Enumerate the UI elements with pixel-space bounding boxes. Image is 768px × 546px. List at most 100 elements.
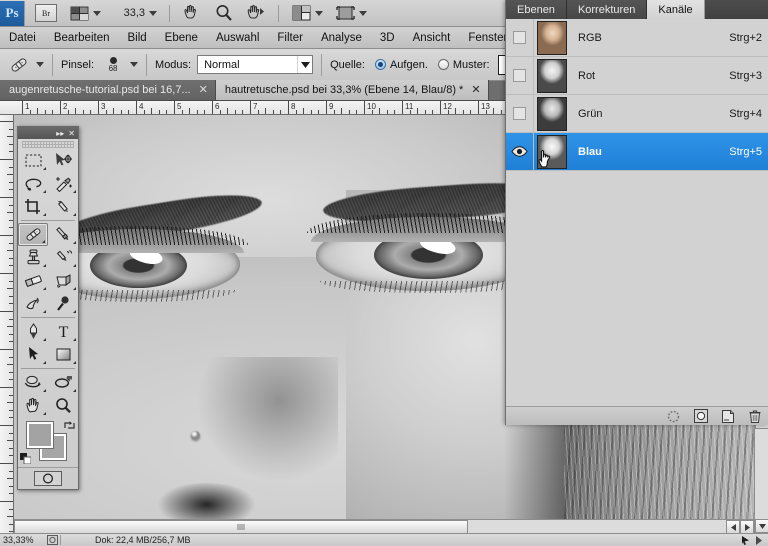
tab-ebenen[interactable]: Ebenen [506, 0, 567, 19]
menu-bild[interactable]: Bild [118, 27, 155, 49]
healing-brush-icon[interactable] [6, 53, 32, 77]
channel-visibility-toggle[interactable] [506, 94, 534, 133]
type-tool[interactable]: T [48, 320, 78, 343]
status-expand-arrow[interactable] [742, 535, 762, 545]
horizontal-scroll-thumb[interactable] [14, 520, 468, 534]
rotate-view-tool-button[interactable] [234, 0, 266, 27]
ruler-minor-tick [67, 110, 69, 114]
channel-name: Rot [578, 69, 596, 82]
menu-3d[interactable]: 3D [371, 27, 404, 49]
document-thumbnail-icon[interactable] [44, 535, 60, 545]
3d-rotate-tool[interactable] [18, 371, 48, 394]
ruler-minor-tick [379, 108, 381, 114]
vertical-ruler[interactable] [0, 115, 14, 546]
3d-orbit-tool[interactable] [48, 371, 78, 394]
shape-tool[interactable] [48, 343, 78, 366]
load-channel-as-selection-icon[interactable] [666, 409, 681, 424]
status-document-info[interactable]: Dok: 22,4 MB/256,7 MB [61, 535, 191, 545]
healing-brush-tool[interactable] [18, 223, 48, 246]
channel-row-rgb[interactable]: RGB Strg+2 [506, 18, 768, 57]
menu-bearbeiten[interactable]: Bearbeiten [45, 27, 119, 49]
channel-visibility-toggle[interactable] [506, 18, 534, 57]
submenu-triangle-icon [73, 264, 76, 267]
ruler-minor-tick [9, 371, 13, 373]
collapse-icon[interactable]: ▸▸ [56, 129, 64, 138]
bridge-icon[interactable]: Br [35, 4, 57, 22]
brush-tool[interactable] [48, 223, 78, 246]
channel-visibility-toggle[interactable] [506, 132, 534, 171]
screen-mode-button[interactable] [323, 0, 367, 27]
close-icon[interactable]: ✕ [471, 84, 480, 96]
rectangular-marquee-tool[interactable] [18, 149, 48, 172]
quick-selection-tool[interactable] [48, 172, 78, 195]
dodge-tool[interactable] [48, 292, 78, 315]
submenu-triangle-icon [43, 213, 46, 216]
hand-tool[interactable] [18, 394, 48, 417]
tab-kanaele[interactable]: Kanäle [647, 0, 705, 19]
canvas-horizontal-scrollbar[interactable] [14, 519, 754, 534]
menu-ebene[interactable]: Ebene [156, 27, 207, 49]
brush-chevron-down-icon[interactable] [130, 62, 139, 67]
history-brush-tool[interactable] [48, 246, 78, 269]
menu-datei[interactable]: Datei [0, 27, 45, 49]
tools-palette-titlebar[interactable]: ▸▸ ✕ [18, 127, 78, 139]
move-tool[interactable] [48, 149, 78, 172]
channel-visibility-toggle[interactable] [506, 56, 534, 95]
zoom-chevron-down-icon[interactable] [149, 10, 157, 16]
blur-tool[interactable] [18, 292, 48, 315]
submenu-triangle-icon [73, 310, 76, 313]
tab-korrekturen[interactable]: Korrekturen [566, 0, 648, 19]
ruler-minor-tick [9, 181, 13, 183]
zoom-tool-button[interactable] [202, 0, 234, 27]
status-zoom-value[interactable]: 33,33% [0, 535, 44, 545]
ruler-minor-tick [7, 288, 13, 290]
source-pattern-radio[interactable]: Muster: [437, 59, 490, 71]
document-tab-augenretusche[interactable]: augenretusche-tutorial.psd bei 16,7... ✕ [0, 80, 216, 100]
ruler-minor-tick [7, 440, 13, 442]
view-extras-button[interactable] [57, 0, 101, 27]
gradient-tool[interactable] [48, 269, 78, 292]
menu-ansicht[interactable]: Ansicht [404, 27, 460, 49]
eyedropper-tool[interactable] [48, 195, 78, 218]
tools-palette-grip[interactable] [22, 141, 74, 148]
ruler-label: 10 [367, 102, 376, 111]
menu-auswahl[interactable]: Auswahl [207, 27, 268, 49]
ruler-minor-tick [9, 394, 13, 396]
eraser-tool[interactable] [18, 269, 48, 292]
zoom-tool[interactable] [48, 394, 78, 417]
channel-name: RGB [578, 31, 602, 44]
crop-tool[interactable] [18, 195, 48, 218]
source-sampled-radio[interactable]: Aufgen. [374, 59, 428, 71]
brush-size-value: 68 [108, 63, 118, 73]
create-new-channel-icon[interactable] [720, 409, 735, 424]
quick-mask-mode-button[interactable] [18, 467, 78, 489]
arrange-documents-button[interactable] [279, 0, 323, 27]
lasso-tool[interactable] [18, 172, 48, 195]
clone-stamp-tool[interactable] [18, 246, 48, 269]
menu-analyse[interactable]: Analyse [312, 27, 371, 49]
scroll-left-button[interactable] [726, 520, 740, 534]
menu-filter[interactable]: Filter [268, 27, 312, 49]
document-tab-hautretusche[interactable]: hautretusche.psd bei 33,3% (Ebene 14, Bl… [215, 80, 489, 100]
mode-select[interactable]: Normal [197, 55, 314, 74]
foreground-color-swatch[interactable] [27, 422, 53, 448]
tool-preset-chevron-down-icon[interactable] [36, 62, 44, 67]
brush-preview[interactable]: 68 [100, 52, 126, 78]
save-selection-as-channel-icon[interactable] [693, 409, 708, 424]
channel-row-gruen[interactable]: Grün Strg+4 [506, 94, 768, 133]
scroll-down-button[interactable] [755, 519, 768, 533]
delete-channel-icon[interactable] [747, 409, 762, 424]
swap-colors-icon[interactable] [64, 420, 75, 431]
document-tab-title: augenretusche-tutorial.psd bei 16,7... [9, 84, 191, 96]
zoom-level-value[interactable]: 33,3 [119, 7, 145, 19]
default-colors-icon[interactable] [20, 453, 31, 464]
hand-tool-button[interactable] [170, 0, 202, 27]
tool-group-selection [18, 149, 78, 218]
pen-tool[interactable] [18, 320, 48, 343]
scroll-right-button[interactable] [740, 520, 754, 534]
close-icon[interactable]: ✕ [68, 129, 75, 138]
channel-row-rot[interactable]: Rot Strg+3 [506, 56, 768, 95]
path-selection-tool[interactable] [18, 343, 48, 366]
close-icon[interactable]: ✕ [199, 84, 208, 96]
ruler-minor-tick [9, 523, 13, 525]
